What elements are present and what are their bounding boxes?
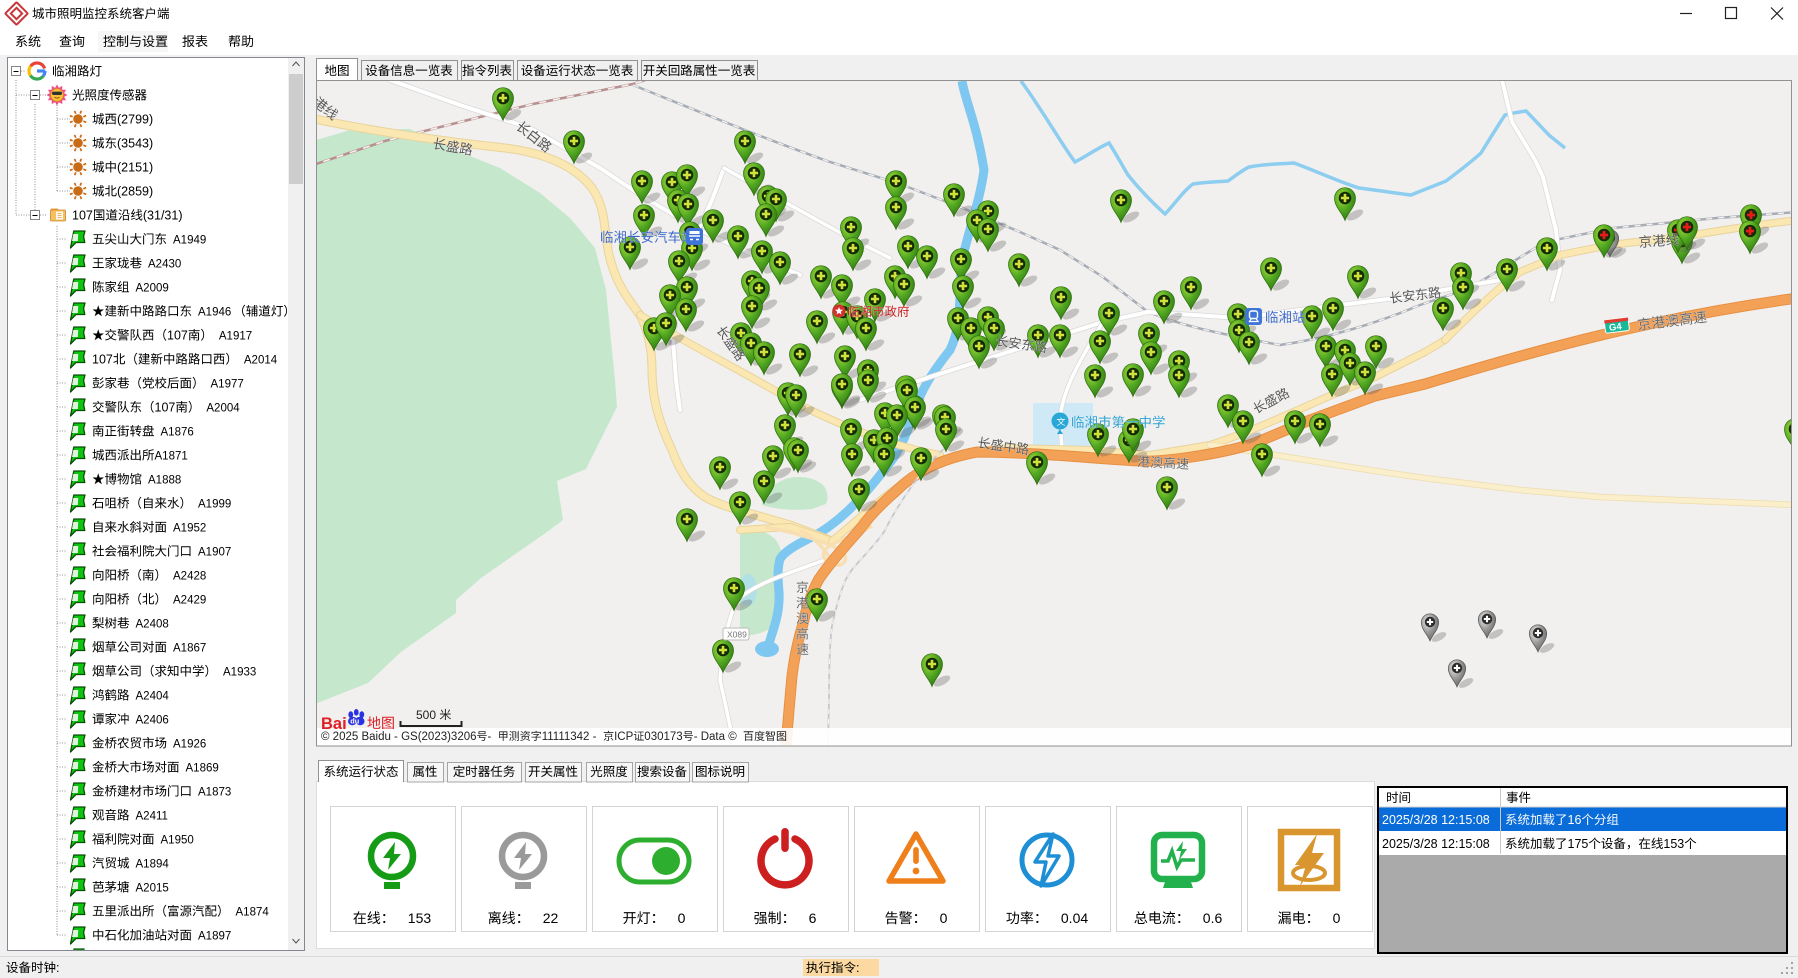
- svg-text:-: -: [488, 731, 492, 743]
- svg-text:- Data ©: - Data ©: [694, 731, 738, 743]
- svg-text:A2004: A2004: [206, 403, 240, 415]
- svg-text:A1874: A1874: [236, 907, 270, 919]
- svg-text:(2799): (2799): [117, 113, 153, 127]
- svg-text:A1897: A1897: [198, 931, 231, 943]
- svg-text:A1933: A1933: [223, 667, 256, 679]
- svg-text::: :: [856, 961, 859, 975]
- svg-text:A1871: A1871: [155, 451, 188, 463]
- svg-text:2025/3/28 12:15:08: 2025/3/28 12:15:08: [1382, 813, 1490, 827]
- svg-text:107: 107: [155, 401, 176, 415]
- svg-text:107: 107: [92, 353, 113, 367]
- svg-text:0: 0: [940, 910, 948, 926]
- svg-text:A1952: A1952: [173, 523, 206, 535]
- svg-text:2025/3/28 12:15:08: 2025/3/28 12:15:08: [1382, 837, 1490, 851]
- svg-text:500: 500: [416, 708, 436, 722]
- svg-text:A1946: A1946: [198, 307, 231, 319]
- svg-text:A1977: A1977: [211, 379, 244, 391]
- svg-text:153: 153: [408, 910, 432, 926]
- svg-text:A2411: A2411: [136, 811, 168, 823]
- svg-text:A2428: A2428: [173, 571, 206, 583]
- svg-text:22: 22: [543, 910, 559, 926]
- svg-text:A1949: A1949: [173, 235, 206, 247]
- svg-text:A2429: A2429: [173, 595, 206, 607]
- svg-text:A1917: A1917: [219, 331, 252, 343]
- svg-text:A2430: A2430: [148, 259, 181, 271]
- svg-text:A2404: A2404: [136, 691, 170, 703]
- svg-text:6: 6: [809, 910, 817, 926]
- svg-text::: :: [56, 961, 59, 975]
- svg-text:Bai: Bai: [321, 715, 347, 733]
- svg-text:A1888: A1888: [148, 475, 181, 487]
- svg-text:ICP: ICP: [614, 731, 634, 743]
- svg-text:0: 0: [678, 910, 686, 926]
- svg-text:A2014: A2014: [244, 355, 278, 367]
- svg-text:(2151): (2151): [117, 161, 153, 175]
- svg-text:G4: G4: [1608, 321, 1623, 334]
- svg-text:(3543): (3543): [117, 137, 153, 151]
- svg-text:16: 16: [1568, 813, 1582, 827]
- svg-text:A1894: A1894: [136, 859, 170, 871]
- svg-text:A1950: A1950: [161, 835, 194, 847]
- svg-text:(2859): (2859): [117, 185, 153, 199]
- svg-text:030173: 030173: [644, 731, 682, 743]
- svg-text:0: 0: [1333, 910, 1341, 926]
- svg-text:A2015: A2015: [136, 883, 169, 895]
- svg-text:107: 107: [72, 209, 93, 223]
- svg-text:A1999: A1999: [198, 499, 231, 511]
- svg-text:175: 175: [1568, 837, 1589, 851]
- svg-text:A1907: A1907: [198, 547, 231, 559]
- svg-text:0.6: 0.6: [1203, 910, 1223, 926]
- svg-text:du: du: [350, 716, 359, 725]
- svg-text:A1869: A1869: [186, 763, 219, 775]
- svg-text:A2009: A2009: [136, 283, 169, 295]
- svg-text:A1876: A1876: [161, 427, 194, 439]
- svg-text:0.04: 0.04: [1061, 910, 1088, 926]
- svg-text:A1926: A1926: [173, 739, 206, 751]
- svg-text:A2408: A2408: [136, 619, 169, 631]
- svg-text:153: 153: [1663, 837, 1684, 851]
- svg-text:(31/31): (31/31): [143, 209, 183, 223]
- svg-text:A2406: A2406: [136, 715, 169, 727]
- svg-text:A1867: A1867: [173, 643, 206, 655]
- svg-text:X089: X089: [727, 630, 747, 640]
- svg-text:107: 107: [167, 329, 188, 343]
- svg-text:A1873: A1873: [198, 787, 231, 799]
- svg-text:11111342 -: 11111342 -: [542, 731, 597, 743]
